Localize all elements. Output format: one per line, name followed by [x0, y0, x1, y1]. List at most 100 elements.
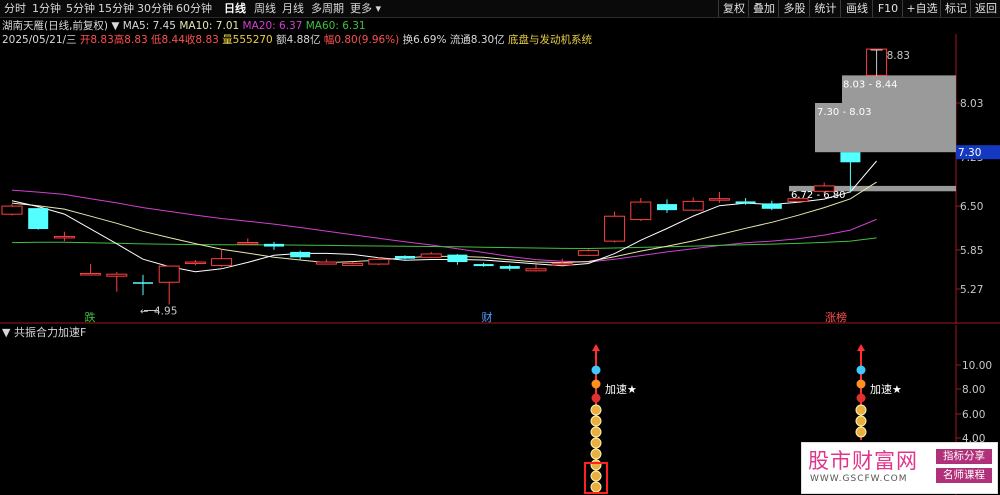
coin-icon	[590, 437, 602, 449]
price-annotations: ← 4.95 8.83	[140, 49, 910, 318]
candle	[264, 241, 284, 250]
event-marker: 跌	[85, 310, 96, 324]
butterfly-icon	[856, 379, 866, 389]
period-tab-weekly[interactable]: 周线	[254, 0, 276, 17]
candle-body	[604, 215, 626, 242]
f10-button[interactable]: F10	[872, 0, 903, 17]
candle	[184, 260, 206, 266]
zone-label: 7.30 - 8.03	[817, 107, 872, 118]
period-tab-intraday[interactable]: 分时	[4, 0, 26, 17]
candle	[342, 262, 364, 267]
candle	[133, 274, 153, 296]
period-tab-multi[interactable]: 多周期	[311, 0, 344, 17]
price-tick-label: 8.03	[960, 98, 983, 110]
candle-body	[211, 258, 233, 266]
candle	[577, 249, 599, 256]
candle	[106, 272, 128, 292]
candle-body	[761, 203, 782, 209]
candle-body	[53, 235, 75, 239]
back-button[interactable]: 返回	[970, 0, 1000, 17]
candle	[708, 191, 730, 203]
period-tab-30min[interactable]: 30分钟	[137, 0, 173, 17]
watermark-tag-course: 名师课程	[936, 468, 992, 483]
candle-body	[473, 264, 494, 267]
candle-body	[264, 243, 284, 247]
zone-label: 8.03 - 8.44	[843, 79, 898, 90]
period-toolbar: 分时 1分钟 5分钟 15分钟 30分钟 60分钟 日线 周线 月线 多周期 更…	[0, 0, 1000, 18]
candle-body	[735, 201, 756, 204]
candle	[447, 253, 468, 265]
stats-button[interactable]: 统计	[809, 0, 841, 17]
ma20-line	[11, 189, 877, 263]
candle-body	[237, 242, 259, 245]
candle-body	[290, 251, 311, 258]
support-zones: 8.03 - 8.447.30 - 8.036.72 - 6.80	[789, 75, 956, 201]
price-axis: 8.037.236.505.855.277.30	[956, 98, 1000, 296]
candlestick-chart[interactable]: ◇ □ 8.03 - 8.447.30 - 8.036.72 - 6.80 8.…	[0, 34, 1000, 324]
ma60-value: MA60: 6.31	[305, 20, 366, 32]
coin-icon	[590, 404, 602, 416]
candle	[682, 197, 704, 211]
period-tab-5min[interactable]: 5分钟	[66, 0, 95, 17]
low-arrow-icon: ←	[140, 307, 148, 318]
ma10-line	[11, 181, 877, 264]
coin-icon	[590, 448, 602, 460]
price-tick-label: 5.27	[960, 284, 983, 296]
period-tab-monthly[interactable]: 月线	[282, 0, 304, 17]
candle-body	[315, 261, 337, 265]
coin-icon	[590, 481, 602, 493]
overlay-button[interactable]: 叠加	[748, 0, 779, 17]
candle-body	[682, 200, 704, 211]
indicator-tick-label: 6.00	[962, 409, 985, 421]
period-tab-60min[interactable]: 60分钟	[176, 0, 212, 17]
coin-icon	[590, 426, 602, 438]
candle	[657, 199, 677, 213]
add-favorite-button[interactable]: +自选	[902, 0, 941, 17]
coin-icon	[855, 404, 867, 416]
signal-column: 加速★	[855, 344, 902, 440]
current-price-label: 7.30	[958, 147, 981, 159]
indicator-tick-label: 10.00	[962, 360, 992, 372]
signal-label: 加速★	[605, 383, 637, 396]
candle	[473, 262, 494, 267]
ma5-value: MA5: 7.45	[122, 20, 176, 32]
candle-body	[80, 273, 102, 276]
event-marker: 涨榜	[825, 310, 847, 324]
candles	[1, 48, 888, 305]
candle-body	[840, 152, 861, 163]
period-tab-more[interactable]: 更多 ▾	[350, 0, 381, 17]
high-price-label: 8.83	[887, 50, 910, 62]
candle	[525, 264, 547, 272]
indicator-axis: 10.008.006.004.00	[956, 360, 992, 445]
candle	[237, 238, 259, 246]
candle	[158, 265, 180, 305]
more-label: 更多	[350, 2, 372, 15]
multi-stock-button[interactable]: 多股	[778, 0, 810, 17]
candle-body	[447, 254, 468, 263]
candle	[290, 250, 311, 260]
period-tab-1min[interactable]: 1分钟	[32, 0, 61, 17]
watermark-logo: 股市财富网 WWW.GSCFW.COM 指标分享 名师课程	[801, 442, 998, 494]
candle	[80, 264, 102, 276]
event-markers: 跌 财 涨榜	[85, 310, 848, 324]
event-marker: 财	[482, 310, 493, 324]
stock-info-line: 湖南天雁(日线,前复权) ▼ MA5: 7.45 MA10: 7.01 MA20…	[2, 19, 366, 33]
watermark-url: WWW.GSCFW.COM	[810, 474, 908, 484]
adjust-button[interactable]: 复权	[718, 0, 749, 17]
mark-button[interactable]: 标记	[940, 0, 971, 17]
candle-body	[158, 265, 180, 283]
draw-line-button[interactable]: 画线	[840, 0, 873, 17]
butterfly-icon	[591, 365, 601, 375]
period-tab-daily[interactable]: 日线	[224, 0, 246, 17]
chevron-down-icon: ▾	[372, 2, 382, 15]
candle	[761, 200, 782, 211]
candle-body	[106, 273, 128, 277]
candle-body	[657, 204, 677, 211]
signal-arrow-icon	[857, 344, 865, 351]
candle-body	[787, 198, 809, 202]
coin-icon	[590, 459, 602, 471]
candle	[211, 249, 233, 267]
dropdown-icon[interactable]: ▼	[111, 20, 119, 32]
period-tab-15min[interactable]: 15分钟	[98, 0, 134, 17]
watermark-tag-share: 指标分享	[936, 449, 992, 464]
